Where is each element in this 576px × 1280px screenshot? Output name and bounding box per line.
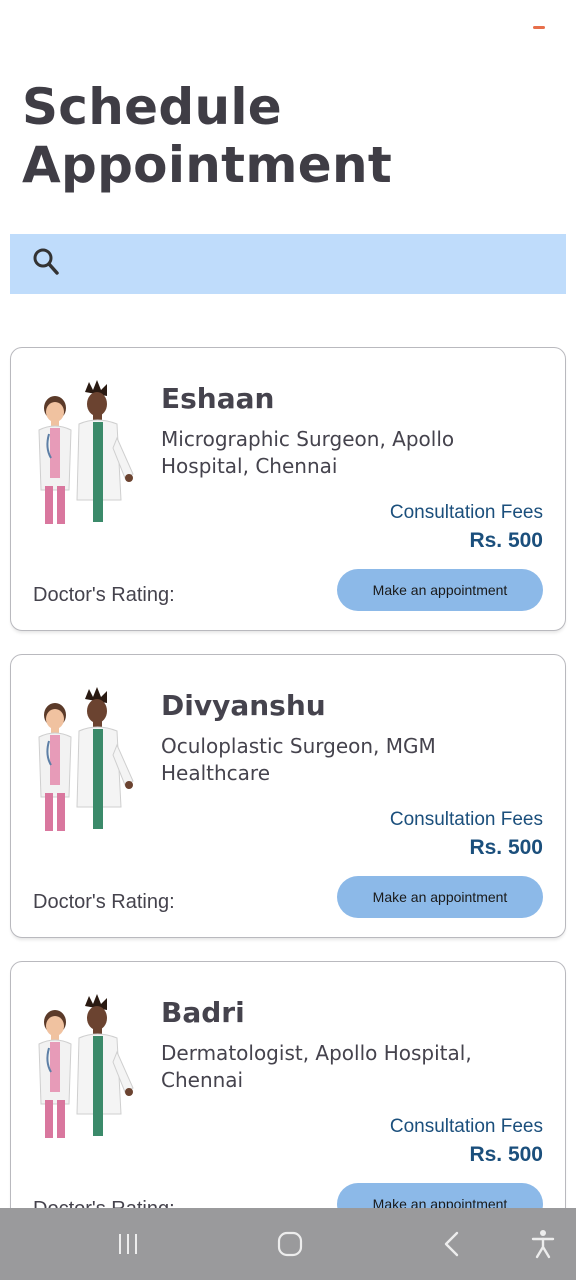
doctor-specialty: Micrographic Surgeon, Apollo Hospital, C…	[161, 427, 455, 478]
make-appointment-button[interactable]: Make an appointment	[337, 876, 543, 918]
doctor-name: Eshaan	[161, 382, 275, 415]
doctor-card: Badri Dermatologist, Apollo Hospital, Ch…	[10, 961, 566, 1208]
doctor-rating-label: Doctor's Rating:	[33, 1198, 175, 1208]
doctors-illustration	[38, 994, 134, 1138]
doctor-specialty: Dermatologist, Apollo Hospital, Chennai	[161, 1041, 472, 1092]
doctor-name: Badri	[161, 996, 245, 1029]
consultation-fees-value: Rs. 500	[469, 836, 543, 859]
recents-icon[interactable]	[108, 1228, 148, 1260]
make-appointment-button[interactable]: Make an appointment	[337, 1183, 543, 1208]
doctor-specialty: Oculoplastic Surgeon, MGM Healthcare	[161, 734, 436, 785]
make-appointment-button[interactable]: Make an appointment	[337, 569, 543, 611]
consultation-fees-label: Consultation Fees	[389, 502, 543, 523]
doctors-illustration	[38, 380, 134, 524]
back-icon[interactable]	[432, 1228, 472, 1260]
consultation-fees-value: Rs. 500	[469, 529, 543, 552]
system-navigation-bar	[0, 1208, 576, 1280]
doctor-rating-label: Doctor's Rating:	[33, 891, 175, 913]
consultation-fees-value: Rs. 500	[469, 1143, 543, 1166]
consultation-fees-label: Consultation Fees	[389, 809, 543, 830]
doctor-list[interactable]: Eshaan Micrographic Surgeon, Apollo Hosp…	[0, 0, 576, 1208]
doctors-illustration	[38, 687, 134, 831]
doctor-card: Eshaan Micrographic Surgeon, Apollo Hosp…	[10, 347, 566, 631]
consultation-fees-label: Consultation Fees	[389, 1116, 543, 1137]
doctor-rating-label: Doctor's Rating:	[33, 584, 175, 606]
doctor-name: Divyanshu	[161, 689, 326, 722]
accessibility-icon[interactable]	[523, 1228, 563, 1260]
doctor-card: Divyanshu Oculoplastic Surgeon, MGM Heal…	[10, 654, 566, 938]
home-icon[interactable]	[270, 1228, 310, 1260]
